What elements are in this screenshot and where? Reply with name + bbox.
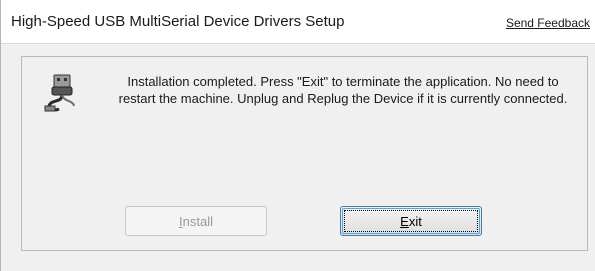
install-button[interactable]: Install [125,206,267,236]
usb-plug-icon [44,74,75,112]
exit-label: xit [408,213,422,229]
send-feedback-link[interactable]: Send Feedback [506,16,590,30]
completion-message: Installation completed. Press "Exit" to … [118,74,568,106]
exit-button[interactable]: Exit [340,206,482,236]
window-title: High-Speed USB MultiSerial Device Driver… [11,13,345,30]
title-bar: High-Speed USB MultiSerial Device Driver… [1,0,595,44]
exit-mnemonic: E [400,213,409,229]
install-label: nstall [182,213,213,229]
setup-window: High-Speed USB MultiSerial Device Driver… [0,0,595,271]
